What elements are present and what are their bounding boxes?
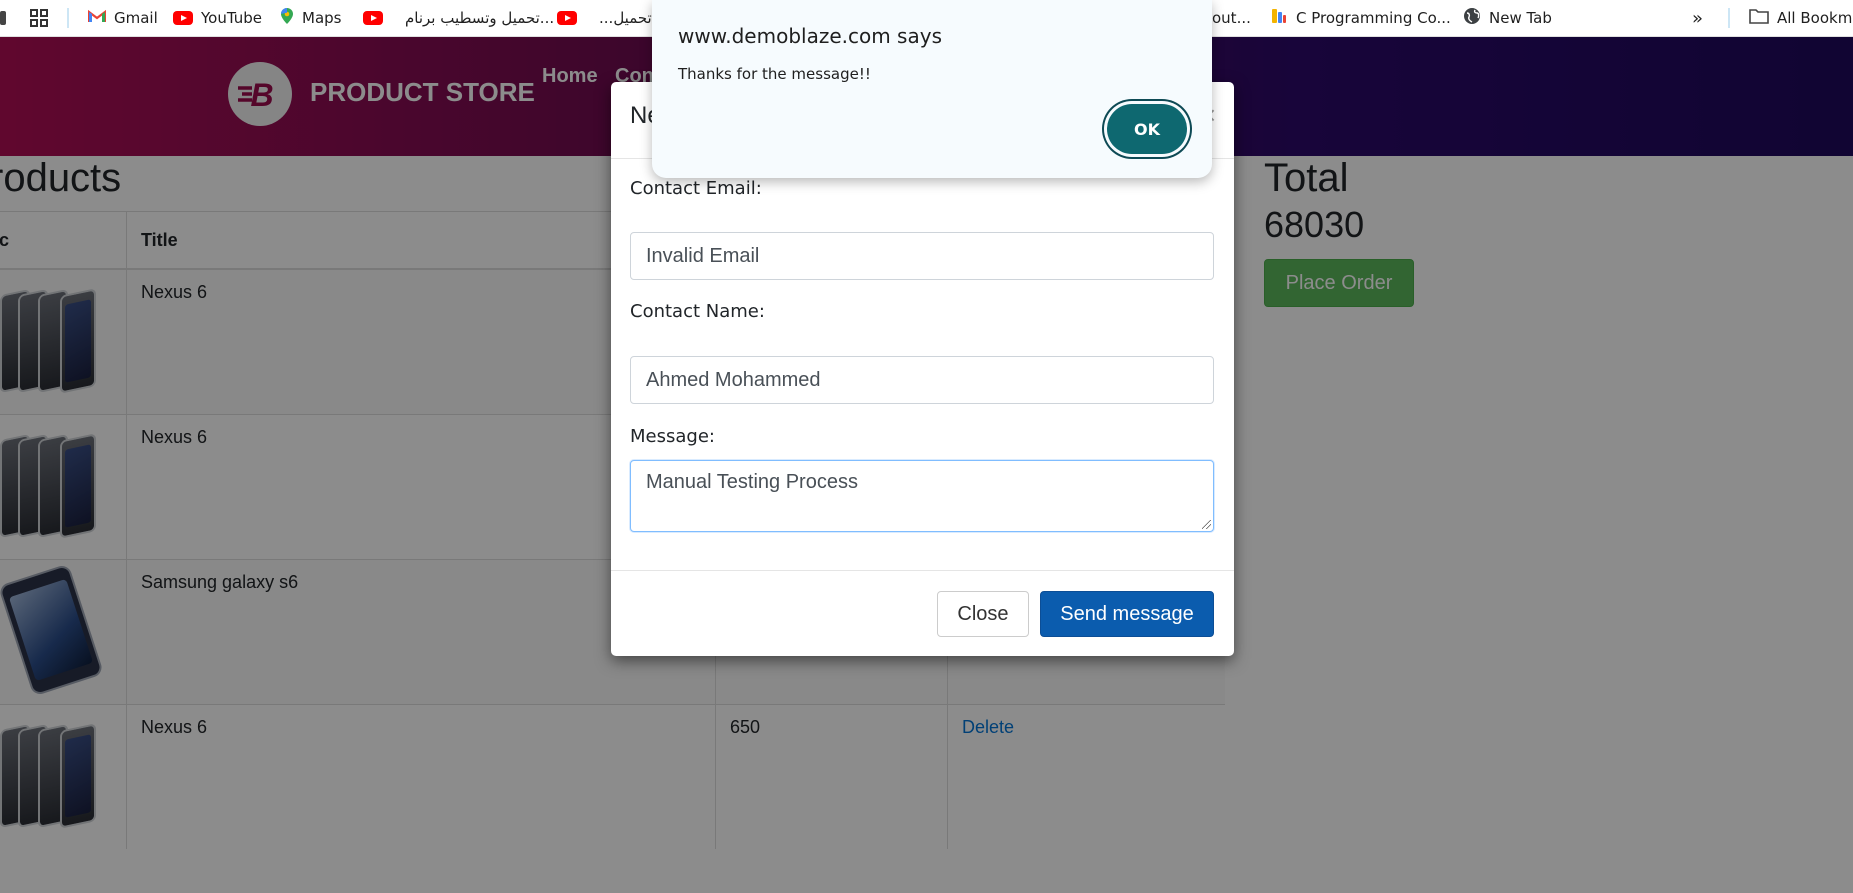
- send-message-button[interactable]: Send message: [1040, 591, 1214, 637]
- sidebar-apps-icon[interactable]: [0, 0, 6, 36]
- bookmark-label: out...: [1212, 9, 1251, 27]
- alert-ok-button[interactable]: OK: [1107, 104, 1187, 154]
- bookmark-new-tab[interactable]: New Tab: [1463, 0, 1552, 36]
- contact-email-label: Contact Email:: [630, 178, 762, 199]
- close-button[interactable]: Close: [937, 591, 1029, 637]
- apps-grid-icon[interactable]: [30, 0, 48, 36]
- browser-alert-dialog: www.demoblaze.com says Thanks for the me…: [652, 0, 1212, 178]
- bookmark-label: تحميل وتسطيب برنام...: [405, 9, 555, 27]
- modal-footer-divider: [611, 570, 1234, 571]
- bookmark-label: Maps: [302, 9, 342, 27]
- contact-name-field[interactable]: Ahmed Mohammed: [630, 356, 1214, 404]
- youtube-icon: [173, 11, 193, 25]
- bookmark-label: C Programming Co...: [1296, 9, 1451, 27]
- bookmarks-divider: [67, 8, 69, 28]
- alert-message: Thanks for the message!!: [678, 65, 871, 83]
- bookmark-c-programming[interactable]: C Programming Co...: [1270, 0, 1451, 36]
- bookmark-maps[interactable]: Maps: [280, 0, 341, 36]
- bookmark-label: All Bookma: [1777, 9, 1853, 27]
- message-textarea[interactable]: Manual Testing Process: [630, 460, 1214, 532]
- youtube-icon: [363, 11, 383, 25]
- contact-email-field[interactable]: Invalid Email: [630, 232, 1214, 280]
- bookmark-youtube-arabic-2[interactable]: ...ن تحميل: [557, 0, 668, 36]
- all-bookmarks-folder[interactable]: All Bookma: [1749, 0, 1853, 36]
- contact-name-label: Contact Name:: [630, 301, 765, 322]
- bookmark-label: New Tab: [1489, 9, 1552, 27]
- message-text: Manual Testing Process: [646, 471, 858, 493]
- c-programming-icon: [1270, 7, 1288, 29]
- bookmarks-divider: [1728, 8, 1730, 28]
- maps-icon: [280, 7, 294, 29]
- globe-icon: [1463, 7, 1481, 29]
- bookmark-label: YouTube: [201, 9, 262, 27]
- alert-title: www.demoblaze.com says: [678, 24, 942, 48]
- youtube-icon: [557, 11, 577, 25]
- more-bookmarks-chevron-icon[interactable]: »: [1692, 0, 1703, 36]
- bookmark-truncated[interactable]: out...: [1212, 0, 1251, 36]
- resize-handle-icon[interactable]: [1202, 520, 1211, 529]
- bookmark-youtube-arabic-1[interactable]: تحميل وتسطيب برنام...: [363, 0, 554, 36]
- bookmark-youtube[interactable]: YouTube: [173, 0, 262, 36]
- bookmark-gmail[interactable]: Gmail: [87, 0, 158, 36]
- bookmark-label: Gmail: [114, 9, 158, 27]
- folder-icon: [1749, 8, 1769, 28]
- gmail-icon: [87, 9, 107, 27]
- message-label: Message:: [630, 426, 715, 447]
